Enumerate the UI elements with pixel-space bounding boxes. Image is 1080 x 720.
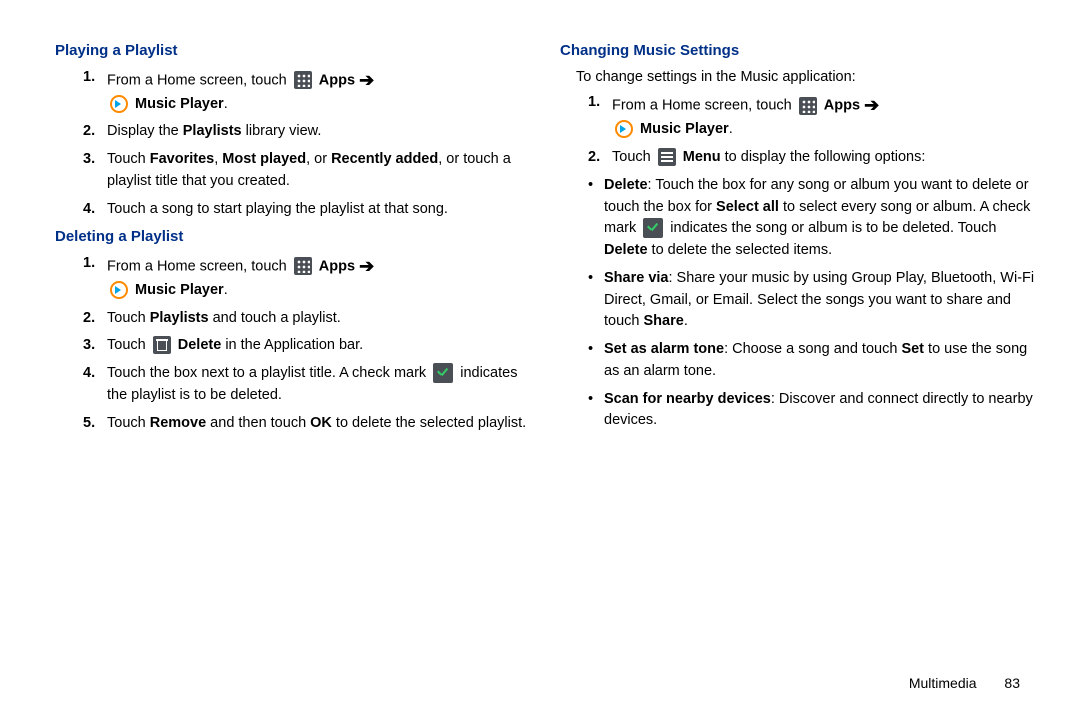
list-item: 2. Touch Menu to display the following o… (588, 147, 1035, 169)
intro-text: To change settings in the Music applicat… (576, 67, 1035, 89)
apps-icon (799, 97, 817, 115)
list-item: 1. From a Home screen, touch Apps ➔ Musi… (83, 253, 530, 302)
list-item: 3. Touch Delete in the Application bar. (83, 335, 530, 357)
right-column: Changing Music Settings To change settin… (560, 40, 1035, 440)
trash-icon (153, 336, 171, 354)
list-item: 4. Touch a song to start playing the pla… (83, 199, 530, 221)
bullet-item: • Scan for nearby devices: Discover and … (588, 389, 1035, 433)
arrow-right-icon: ➔ (359, 70, 374, 90)
bullet-item: • Set as alarm tone: Choose a song and t… (588, 339, 1035, 383)
music-player-icon (110, 95, 128, 113)
list-item: 2. Touch Playlists and touch a playlist. (83, 308, 530, 330)
list-item: 3. Touch Favorites, Most played, or Rece… (83, 149, 530, 193)
list-item: 5. Touch Remove and then touch OK to del… (83, 413, 530, 435)
bullet-item: • Delete: Touch the box for any song or … (588, 175, 1035, 262)
page-footer: Multimedia 83 (909, 673, 1020, 694)
apps-icon (294, 71, 312, 89)
list-item: 4. Touch the box next to a playlist titl… (83, 363, 530, 407)
music-player-icon (110, 281, 128, 299)
music-player-icon (615, 120, 633, 138)
arrow-right-icon: ➔ (864, 95, 879, 115)
page-number: 83 (1004, 675, 1020, 691)
list-item: 1. From a Home screen, touch Apps ➔ Musi… (83, 67, 530, 116)
list-item: 1. From a Home screen, touch Apps ➔ Musi… (588, 92, 1035, 141)
heading-playing: Playing a Playlist (55, 40, 530, 63)
bullet-item: • Share via: Share your music by using G… (588, 268, 1035, 333)
left-column: Playing a Playlist 1. From a Home screen… (55, 40, 530, 440)
list-item: 2. Display the Playlists library view. (83, 121, 530, 143)
apps-icon (294, 257, 312, 275)
menu-icon (658, 148, 676, 166)
checkmark-icon (433, 363, 453, 383)
checkmark-icon (643, 218, 663, 238)
heading-deleting: Deleting a Playlist (55, 226, 530, 249)
section-name: Multimedia (909, 675, 977, 691)
heading-settings: Changing Music Settings (560, 40, 1035, 63)
arrow-right-icon: ➔ (359, 256, 374, 276)
